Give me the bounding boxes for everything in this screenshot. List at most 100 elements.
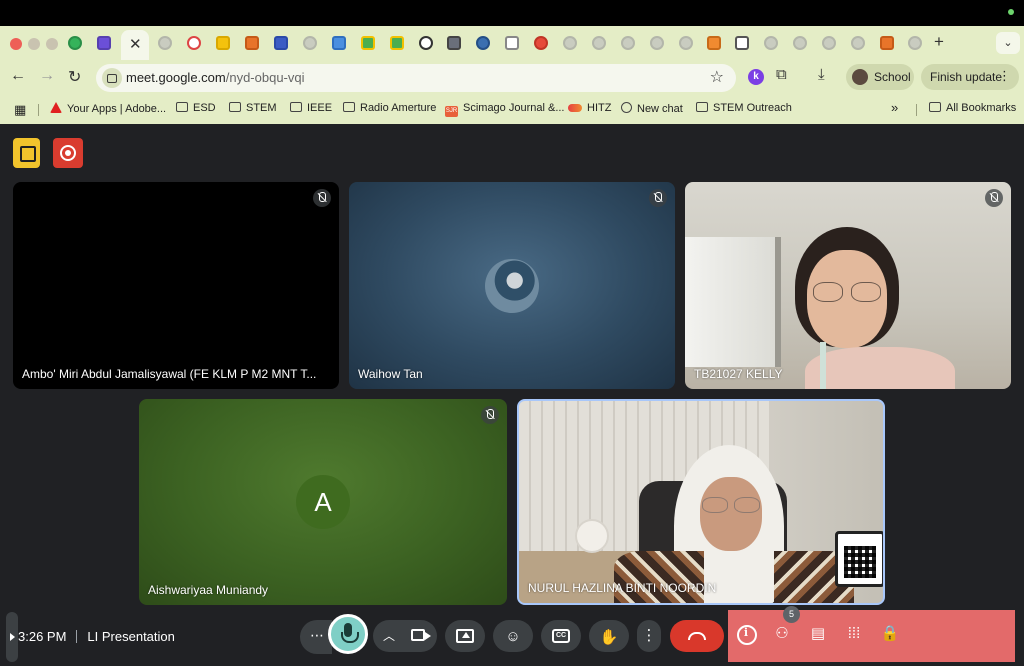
tab-icon[interactable] [447, 36, 461, 50]
finish-update-label: Finish update [930, 70, 1003, 84]
tab-icon[interactable] [158, 36, 172, 50]
present-screen-button[interactable] [445, 620, 485, 652]
folder-icon [929, 102, 941, 112]
raise-hand-button[interactable]: ✋ [589, 620, 629, 652]
tab-calendar-icon[interactable] [274, 36, 288, 50]
tab-chatgpt-icon[interactable] [419, 36, 433, 50]
tab-slides-icon[interactable] [216, 36, 230, 50]
tab-sheets-icon[interactable] [68, 36, 82, 50]
tab-docs-icon[interactable] [332, 36, 346, 50]
profile-button[interactable]: School [846, 64, 914, 90]
tab-icon[interactable] [851, 36, 865, 50]
tab-icon[interactable] [303, 36, 317, 50]
back-button[interactable]: ← [10, 67, 26, 85]
bookmark-stem-outreach[interactable]: STEM Outreach [696, 102, 792, 118]
tab-icon[interactable] [822, 36, 836, 50]
tab-sc-icon[interactable] [880, 36, 894, 50]
host-controls-button[interactable]: 🔒 [878, 622, 902, 646]
leave-call-button[interactable] [670, 620, 724, 652]
meeting-title: LI Presentation [87, 629, 175, 644]
window-close-button[interactable] [10, 38, 22, 50]
camera-indicator-icon [1008, 9, 1014, 15]
address-url[interactable]: meet.google.com/nyd-obqu-vqi [126, 70, 305, 85]
tab-icon[interactable] [592, 36, 606, 50]
mic-off-icon [985, 189, 1003, 207]
meeting-details-button[interactable] [734, 621, 758, 646]
tab-search-button[interactable]: ⌄ [996, 32, 1020, 54]
download-icon[interactable]: ⤓ [818, 66, 825, 83]
tab-icon[interactable] [908, 36, 922, 50]
side-handle-button[interactable] [6, 612, 18, 662]
tab-icon[interactable] [735, 36, 749, 50]
tab-forms-icon[interactable] [97, 36, 111, 50]
tab-icon[interactable] [793, 36, 807, 50]
menu-dots-icon: ⋮ [641, 627, 657, 644]
window-minimize-button[interactable] [28, 38, 40, 50]
tab-gmail-icon[interactable] [187, 36, 201, 50]
tab-icon[interactable] [764, 36, 778, 50]
participant-tile-ambo[interactable]: Ambo' Miri Abdul Jamalisyawal (FE KLM P … [13, 182, 339, 389]
folder-icon [343, 102, 355, 112]
bookmark-star-icon[interactable]: ☆ [710, 67, 724, 87]
tab-close-icon[interactable]: ✕ [129, 35, 142, 53]
new-tab-button[interactable]: + [934, 32, 944, 52]
audio-options-button[interactable]: ⋯ [300, 620, 332, 654]
reload-button[interactable]: ↻ [68, 67, 81, 87]
tab-drive-icon[interactable] [390, 36, 404, 50]
tab-icon[interactable] [621, 36, 635, 50]
site-info-icon[interactable] [102, 68, 122, 88]
tab-icon[interactable] [505, 36, 519, 50]
meeting-time: 3:26 PM [18, 629, 67, 644]
chevron-up-icon[interactable]: ︿ [383, 627, 395, 644]
participant-tile-kelly[interactable]: TB21027 KELLY [685, 182, 1011, 389]
participant-tile-nurul[interactable]: NURUL HAZLINA BINTI NOORDIN [517, 399, 885, 605]
bookmark-hitz[interactable]: HITZ [568, 102, 611, 118]
no-video-notice-icon[interactable] [13, 138, 40, 168]
folder-icon [696, 102, 708, 112]
tab-icon[interactable] [563, 36, 577, 50]
present-icon [456, 629, 474, 643]
finish-update-button[interactable]: Finish update ⋮ [921, 64, 1019, 90]
mic-off-icon [481, 406, 499, 424]
bookmarks-overflow-button[interactable]: » [891, 100, 898, 116]
people-button[interactable]: ⚇ [770, 622, 794, 646]
tab-icon[interactable] [650, 36, 664, 50]
extension-k-icon[interactable]: k [748, 69, 764, 85]
participant-count-badge: 5 [783, 606, 800, 623]
folder-icon [176, 102, 188, 112]
tab-gear-icon[interactable] [476, 36, 490, 50]
more-options-button[interactable]: ⋮ [637, 620, 661, 652]
captions-button[interactable]: CC [541, 620, 581, 652]
bookmark-radio-amerture[interactable]: Radio Amerture [343, 102, 436, 118]
meet-stage: Ambo' Miri Abdul Jamalisyawal (FE KLM P … [0, 124, 1024, 666]
address-bar[interactable]: meet.google.com/nyd-obqu-vqi ☆ [96, 64, 736, 92]
bookmark-adobe[interactable]: Your Apps | Adobe... [50, 102, 166, 118]
activities-button[interactable]: ⁞⁞⁞ [842, 622, 866, 646]
microphone-button[interactable] [328, 614, 368, 654]
extensions-puzzle-icon[interactable]: ⧉ [776, 66, 787, 83]
camera-button[interactable]: ︿ [373, 620, 437, 652]
video-person-body [805, 347, 955, 389]
tab-drive-icon[interactable] [361, 36, 375, 50]
tab-icon[interactable] [534, 36, 548, 50]
bookmark-new-chat[interactable]: New chat [621, 102, 683, 118]
apps-grid-icon[interactable]: ▦ [14, 102, 26, 118]
forward-button[interactable]: → [39, 67, 55, 85]
tab-icon[interactable] [679, 36, 693, 50]
tab-active[interactable]: ✕ [121, 30, 149, 60]
window-zoom-button[interactable] [46, 38, 58, 50]
bookmark-scimago[interactable]: SJR Scimago Journal &... [445, 102, 565, 118]
tab-etsy-icon[interactable] [707, 36, 721, 50]
tab-sc-icon[interactable] [245, 36, 259, 50]
bookmark-ieee[interactable]: IEEE [290, 102, 332, 118]
bookmark-stem[interactable]: STEM [229, 102, 277, 118]
record-icon [60, 145, 76, 161]
bookmark-esd[interactable]: ESD [176, 102, 216, 118]
participant-tile-aishwariyaa[interactable]: A Aishwariyaa Muniandy [139, 399, 507, 605]
recording-indicator[interactable] [53, 138, 83, 168]
all-bookmarks-button[interactable]: All Bookmarks [929, 102, 1016, 118]
reactions-button[interactable]: ☺ [493, 620, 533, 652]
participant-tile-waihow[interactable]: Waihow Tan [349, 182, 675, 389]
folder-icon [290, 102, 302, 112]
chat-button[interactable]: ▤ [806, 622, 830, 646]
